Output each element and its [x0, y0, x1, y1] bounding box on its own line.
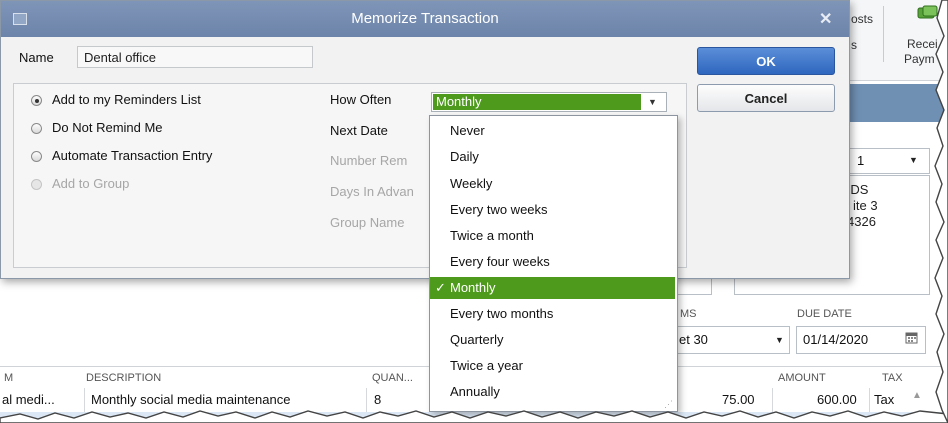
- column-divider: [84, 388, 85, 412]
- how-often-value: Monthly: [433, 94, 641, 110]
- calendar-icon[interactable]: [905, 331, 918, 347]
- how-often-dropdown-list: Never Daily Weekly Every two weeks Twice…: [429, 115, 678, 412]
- radio-do-not-remind[interactable]: [31, 123, 42, 134]
- chevron-down-icon: ▼: [775, 335, 784, 345]
- number-remaining-label: Number Rem: [330, 153, 408, 168]
- how-often-label: How Often: [330, 92, 392, 107]
- template-value: 1: [857, 153, 865, 168]
- dropdown-option-annually[interactable]: Annually: [430, 381, 675, 403]
- resize-grip-icon[interactable]: ⋰: [664, 399, 673, 410]
- form-header-band: [840, 84, 948, 122]
- dropdown-option-every-two-weeks[interactable]: Every two weeks: [430, 199, 675, 221]
- col-amount-header: AMOUNT: [778, 372, 826, 384]
- row-item[interactable]: al medi...: [2, 392, 55, 407]
- terms-value: et 30: [679, 332, 708, 347]
- name-label: Name: [19, 50, 54, 65]
- group-name-label: Group Name: [330, 215, 405, 230]
- receive-payment-icon[interactable]: [917, 4, 939, 22]
- option-do-not-remind-label[interactable]: Do Not Remind Me: [52, 120, 163, 135]
- dropdown-option-every-four-weeks[interactable]: Every four weeks: [430, 251, 675, 273]
- address-line-2: ite 3: [853, 198, 878, 213]
- name-field[interactable]: Dental office: [77, 46, 313, 68]
- how-often-dropdown[interactable]: Monthly ▼: [431, 92, 667, 112]
- dropdown-option-monthly[interactable]: ✓ Monthly: [430, 277, 675, 299]
- radio-automate-entry[interactable]: [31, 151, 42, 162]
- table-row-empty[interactable]: [0, 412, 948, 423]
- toolbar-item-costs[interactable]: osts: [851, 12, 873, 26]
- next-date-label: Next Date: [330, 123, 388, 138]
- dropdown-option-daily[interactable]: Daily: [430, 146, 675, 168]
- toolbar-separator: [883, 6, 884, 62]
- close-icon[interactable]: ✕: [819, 9, 832, 29]
- address-line-3: 4326: [847, 214, 876, 229]
- dropdown-option-twice-a-year[interactable]: Twice a year: [430, 355, 675, 377]
- dropdown-option-every-two-months[interactable]: Every two months: [430, 303, 675, 325]
- template-dropdown[interactable]: 1 ▼: [842, 148, 930, 174]
- row-rate[interactable]: 75.00: [722, 392, 755, 407]
- radio-add-to-reminders[interactable]: [31, 95, 42, 106]
- ok-button[interactable]: OK: [697, 47, 835, 75]
- memorize-transaction-dialog: Memorize Transaction ✕ Name Dental offic…: [0, 0, 850, 279]
- chevron-down-icon: ▼: [909, 155, 918, 165]
- due-date-value: 01/14/2020: [803, 332, 869, 347]
- column-divider: [366, 388, 367, 412]
- option-automate-entry-label[interactable]: Automate Transaction Entry: [52, 148, 212, 163]
- terms-dropdown[interactable]: et 30 ▼: [676, 326, 790, 354]
- due-date-header: DUE DATE: [797, 308, 852, 320]
- row-amount[interactable]: 600.00: [817, 392, 857, 407]
- toolbar-item-fragment[interactable]: s: [851, 38, 857, 52]
- column-divider: [869, 388, 870, 412]
- radio-add-to-group: [31, 179, 42, 190]
- dropdown-option-twice-a-month[interactable]: Twice a month: [430, 225, 675, 247]
- row-tax[interactable]: Tax: [874, 392, 894, 407]
- dialog-title: Memorize Transaction: [351, 10, 499, 27]
- due-date-field[interactable]: 01/14/2020: [796, 326, 926, 354]
- col-description-header: DESCRIPTION: [86, 372, 162, 384]
- option-add-to-reminders-label[interactable]: Add to my Reminders List: [52, 92, 201, 107]
- toolbar-item-payments[interactable]: Paym: [904, 52, 935, 66]
- terms-header: MS: [680, 308, 697, 320]
- row-quantity[interactable]: 8: [374, 392, 381, 407]
- dropdown-option-never[interactable]: Never: [430, 120, 675, 142]
- cancel-button[interactable]: Cancel: [697, 84, 835, 112]
- scroll-up-arrow-icon[interactable]: ▲: [912, 390, 922, 401]
- dropdown-option-weekly[interactable]: Weekly: [430, 173, 675, 195]
- col-tax-header: TAX: [882, 372, 903, 384]
- col-quantity-header: QUAN...: [372, 372, 413, 384]
- col-item-header: M: [4, 372, 14, 384]
- option-add-to-group-label: Add to Group: [52, 176, 130, 191]
- chevron-down-icon[interactable]: ▼: [648, 94, 657, 110]
- row-description[interactable]: Monthly social media maintenance: [91, 392, 290, 407]
- dropdown-option-quarterly[interactable]: Quarterly: [430, 329, 675, 351]
- toolbar-item-receive[interactable]: Recei: [907, 37, 938, 51]
- dropdown-option-monthly-label: Monthly: [450, 280, 496, 295]
- checkmark-icon: ✓: [435, 280, 446, 295]
- days-in-advance-label: Days In Advan: [330, 184, 414, 199]
- column-divider: [772, 388, 773, 412]
